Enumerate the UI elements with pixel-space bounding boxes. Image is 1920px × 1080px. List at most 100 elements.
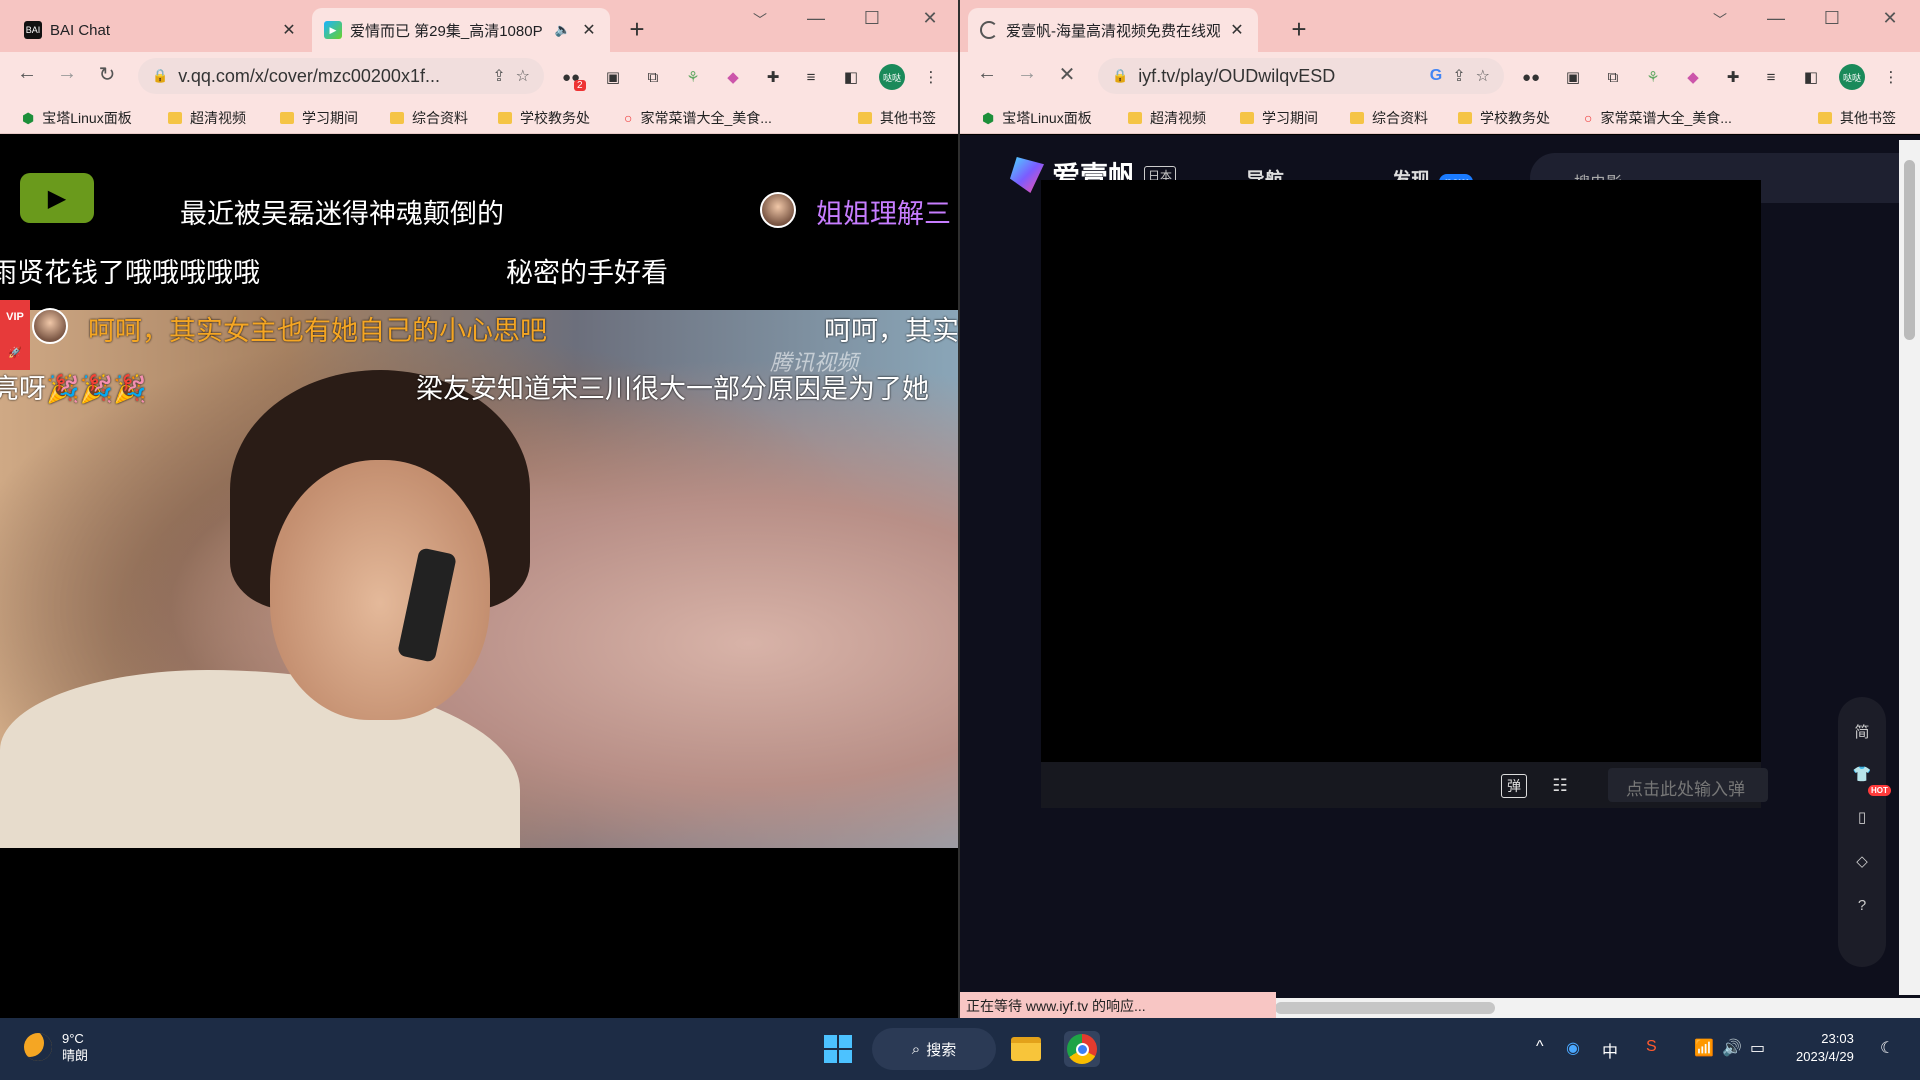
tray-app-icon[interactable]: ◉	[1566, 1038, 1580, 1058]
extensions-puzzle-icon[interactable]: ✚	[762, 66, 784, 88]
tab-bai-chat[interactable]: BAI BAI Chat ✕	[12, 8, 310, 52]
bookmark-item[interactable]: 综合资料	[390, 108, 468, 128]
media-control-icon[interactable]: ≡	[1760, 66, 1782, 88]
weather-widget[interactable]: 9°C 晴朗	[24, 1030, 88, 1064]
extension-icon-5[interactable]: ◆	[722, 66, 744, 88]
close-tab-icon[interactable]: ✕	[580, 20, 598, 40]
simplified-chinese-toggle[interactable]: 简	[1850, 719, 1874, 743]
profile-avatar[interactable]: 哒哒	[1839, 64, 1865, 90]
start-button[interactable]	[820, 1031, 856, 1067]
maximize-button[interactable]: ☐	[1812, 8, 1852, 29]
extension-icon-2[interactable]: ▣	[1562, 66, 1584, 88]
speaker-icon[interactable]: 🔈	[554, 22, 572, 38]
danmaku-input[interactable]: 点击此处输入弹	[1608, 768, 1768, 802]
other-bookmarks[interactable]: 其他书签	[1818, 108, 1896, 128]
extension-icon-1[interactable]: ●●	[1520, 66, 1542, 88]
profile-avatar[interactable]: 哒哒	[879, 64, 905, 90]
extension-icon-3[interactable]: ⧉	[1602, 66, 1624, 88]
bookmark-item[interactable]: 学习期间	[280, 108, 358, 128]
bookmark-item[interactable]: ○ 家常菜谱大全_美食...	[624, 108, 772, 128]
chrome-taskbar-button[interactable]	[1064, 1031, 1100, 1067]
extension-icon-5[interactable]: ◆	[1682, 66, 1704, 88]
close-window-button[interactable]: ✕	[910, 8, 950, 29]
share-icon[interactable]: ⇪	[492, 66, 505, 86]
vip-diamond-icon[interactable]: ◇	[1850, 849, 1874, 873]
ime-indicator[interactable]: 中	[1602, 1038, 1618, 1062]
shirt-icon[interactable]: 👕	[1850, 762, 1874, 786]
danmaku-avatar	[760, 192, 796, 228]
bookmark-item[interactable]: 超清视频	[1128, 108, 1206, 128]
video-player[interactable]	[1041, 180, 1761, 768]
danmaku-settings-icon[interactable]: ☷	[1547, 774, 1573, 798]
minimize-button[interactable]: —	[796, 8, 836, 29]
vip-sidebar[interactable]: VIP 🚀	[0, 300, 30, 370]
scrollbar-thumb[interactable]	[1904, 160, 1915, 340]
extensions-puzzle-icon[interactable]: ✚	[1722, 66, 1744, 88]
close-tab-icon[interactable]: ✕	[280, 20, 298, 40]
forward-button[interactable]: →	[1012, 62, 1042, 85]
address-bar[interactable]: 🔒 iyf.tv/play/OUDwilqvESD G ⇪ ☆	[1098, 58, 1504, 94]
danmaku-toggle-button[interactable]: 弹	[1501, 774, 1527, 798]
reload-button[interactable]: ↻	[92, 62, 122, 87]
bookmark-star-icon[interactable]: ☆	[516, 66, 530, 86]
bookmark-star-icon[interactable]: ☆	[1476, 66, 1490, 86]
extension-icon-2[interactable]: ▣	[602, 66, 624, 88]
help-icon[interactable]: ?	[1850, 893, 1874, 917]
bookmark-item[interactable]: 综合资料	[1350, 108, 1428, 128]
file-explorer-button[interactable]	[1008, 1031, 1044, 1067]
close-window-button[interactable]: ✕	[1870, 8, 1910, 29]
lock-icon: 🔒	[152, 68, 169, 83]
show-hidden-icons[interactable]: ^	[1536, 1038, 1544, 1056]
other-bookmarks[interactable]: 其他书签	[858, 108, 936, 128]
new-tab-button[interactable]: +	[622, 14, 652, 44]
tab-iyf[interactable]: 爱壹帆-海量高清视频免费在线观 ✕	[968, 8, 1258, 52]
bookmark-item[interactable]: 超清视频	[168, 108, 246, 128]
tab-search-chevron-icon[interactable]: ﹀	[740, 10, 780, 30]
media-control-icon[interactable]: ≡	[800, 66, 822, 88]
extension-icon-4[interactable]: ⚘	[682, 66, 704, 88]
forward-button[interactable]: →	[52, 62, 82, 85]
extension-icon-3[interactable]: ⧉	[642, 66, 664, 88]
bookmark-item[interactable]: ⬢ 宝塔Linux面板	[982, 108, 1092, 128]
stop-loading-button[interactable]: ✕	[1052, 62, 1082, 87]
wifi-icon[interactable]: 📶	[1694, 1038, 1714, 1058]
back-button[interactable]: ←	[12, 62, 42, 85]
minimize-button[interactable]: —	[1756, 8, 1796, 29]
battery-icon[interactable]: ▭	[1750, 1038, 1765, 1058]
google-translate-icon[interactable]: G	[1430, 67, 1442, 85]
system-clock[interactable]: 23:03 2023/4/29	[1796, 1030, 1854, 1066]
notification-moon-icon[interactable]: ☾	[1880, 1038, 1894, 1058]
close-tab-icon[interactable]: ✕	[1228, 20, 1246, 40]
tab-title: 爱壹帆-海量高清视频免费在线观	[1006, 22, 1220, 40]
clock-date: 2023/4/29	[1796, 1049, 1854, 1064]
hot-badge: HOT	[1868, 785, 1891, 796]
vertical-scrollbar[interactable]	[1899, 140, 1920, 995]
maximize-button[interactable]: ☐	[852, 8, 892, 29]
tab-tencent-video[interactable]: ▶ 爱情而已 第29集_高清1080P 🔈 ✕	[312, 8, 610, 52]
back-button[interactable]: ←	[972, 62, 1002, 85]
danmaku-comment: 最近被吴磊迷得神魂颠倒的	[180, 199, 504, 229]
new-tab-button[interactable]: +	[1284, 14, 1314, 44]
extension-icon-4[interactable]: ⚘	[1642, 66, 1664, 88]
bookmark-item[interactable]: ○ 家常菜谱大全_美食...	[1584, 108, 1732, 128]
tab-search-chevron-icon[interactable]: ﹀	[1700, 10, 1740, 30]
side-panel-icon[interactable]: ◧	[1800, 66, 1822, 88]
taskbar-search[interactable]: ⌕ 搜索	[872, 1028, 996, 1070]
menu-kebab-icon[interactable]: ⋮	[920, 66, 942, 88]
folder-icon	[498, 112, 512, 124]
bookmark-item[interactable]: ⬢ 宝塔Linux面板	[22, 108, 132, 128]
sogou-ime-icon[interactable]: S	[1646, 1038, 1657, 1056]
bookmark-item[interactable]: 学校教务处	[1458, 108, 1550, 128]
side-panel-icon[interactable]: ◧	[840, 66, 862, 88]
volume-icon[interactable]: 🔊	[1722, 1038, 1742, 1058]
tencent-video-logo[interactable]: ▶	[20, 173, 94, 223]
mobile-app-icon[interactable]: ▯	[1850, 805, 1874, 829]
bookmark-item[interactable]: 学校教务处	[498, 108, 590, 128]
left-browser-window: BAI BAI Chat ✕ ▶ 爱情而已 第29集_高清1080P 🔈 ✕ +…	[0, 0, 960, 1018]
bookmark-item[interactable]: 学习期间	[1240, 108, 1318, 128]
scrollbar-thumb[interactable]	[1275, 1002, 1495, 1014]
address-bar[interactable]: 🔒 v.qq.com/x/cover/mzc00200x1f... ⇪ ☆	[138, 58, 544, 94]
menu-kebab-icon[interactable]: ⋮	[1880, 66, 1902, 88]
share-icon[interactable]: ⇪	[1452, 66, 1465, 86]
folder-icon	[1818, 112, 1832, 124]
